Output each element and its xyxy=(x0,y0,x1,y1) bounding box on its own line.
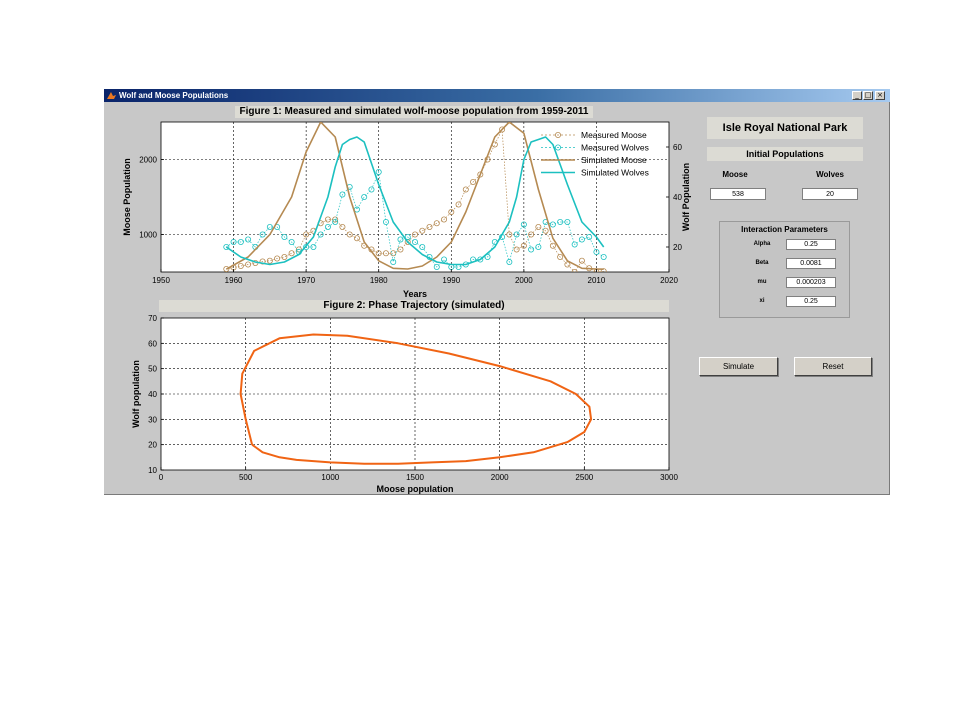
x-tick-label: 2020 xyxy=(660,276,678,285)
legend-label: Simulated Wolves xyxy=(581,168,649,178)
x-tick-label: 1960 xyxy=(225,276,243,285)
app-window: Wolf and Moose Populations _ □ × Figure … xyxy=(104,89,890,495)
xi-label: xi xyxy=(759,298,765,304)
plots-canvas: 1950 1960 1970 1980 1990 2000 2010 202010002000… xyxy=(122,121,691,494)
y-tick-label: 60 xyxy=(148,339,157,348)
y-tick-label: 1000 xyxy=(139,231,157,240)
x-tick-label: 500 xyxy=(239,473,253,482)
mu-input[interactable] xyxy=(786,277,836,288)
x-tick-label: 2010 xyxy=(588,276,606,285)
figure2-ylabel: Wolf population xyxy=(131,360,141,428)
figure1-xlabel: Years xyxy=(403,289,427,299)
alpha-label: Alpha xyxy=(753,241,771,247)
y2-tick-label: 20 xyxy=(673,243,682,252)
legend-label: Measured Moose xyxy=(581,130,647,140)
beta-label: Beta xyxy=(755,260,769,266)
alpha-input[interactable] xyxy=(786,239,836,250)
wolves-initial-input[interactable] xyxy=(802,188,858,200)
x-tick-label: 1950 xyxy=(152,276,170,285)
legend-label: Measured Wolves xyxy=(581,143,649,153)
x-tick-label: 1970 xyxy=(297,276,315,285)
figure2-xlabel: Moose population xyxy=(377,484,454,494)
wolves-label: Wolves xyxy=(816,170,844,179)
x-tick-label: 1980 xyxy=(370,276,388,285)
x-tick-label: 1500 xyxy=(406,473,424,482)
beta-input[interactable] xyxy=(786,258,836,269)
x-tick-label: 3000 xyxy=(660,473,678,482)
figure1-ylabel-right: Wolf Population xyxy=(681,163,691,231)
y-tick-label: 70 xyxy=(148,314,157,323)
initial-populations-title: Initial Populations xyxy=(707,147,863,161)
x-tick-label: 2000 xyxy=(491,473,509,482)
y2-tick-label: 60 xyxy=(673,143,682,152)
x-tick-label: 1000 xyxy=(321,473,339,482)
interaction-parameters-group: Interaction Parameters Alpha Beta mu xi xyxy=(719,221,850,318)
x-tick-label: 0 xyxy=(159,473,164,482)
simulate-button[interactable]: Simulate xyxy=(699,357,778,376)
x-tick-label: 2000 xyxy=(515,276,533,285)
moose-initial-input[interactable] xyxy=(710,188,766,200)
minimize-button[interactable]: _ xyxy=(852,91,862,100)
figure1-ylabel-left: Moose Population xyxy=(122,158,132,236)
y-tick-label: 20 xyxy=(148,441,157,450)
park-title: Isle Royal National Park xyxy=(707,117,863,139)
x-tick-label: 1990 xyxy=(442,276,460,285)
xi-input[interactable] xyxy=(786,296,836,307)
y-tick-label: 2000 xyxy=(139,156,157,165)
mu-label: mu xyxy=(757,279,767,285)
x-tick-label: 2500 xyxy=(575,473,593,482)
y-tick-label: 40 xyxy=(148,390,157,399)
y-tick-label: 30 xyxy=(148,415,157,424)
close-button[interactable]: × xyxy=(875,91,885,100)
y-tick-label: 50 xyxy=(148,365,157,374)
moose-label: Moose xyxy=(722,170,748,179)
y-tick-label: 10 xyxy=(148,466,157,475)
interaction-parameters-title: Interaction Parameters xyxy=(741,225,828,234)
reset-button[interactable]: Reset xyxy=(794,357,872,376)
legend-label: Simulated Moose xyxy=(581,155,647,165)
maximize-button[interactable]: □ xyxy=(863,91,873,100)
